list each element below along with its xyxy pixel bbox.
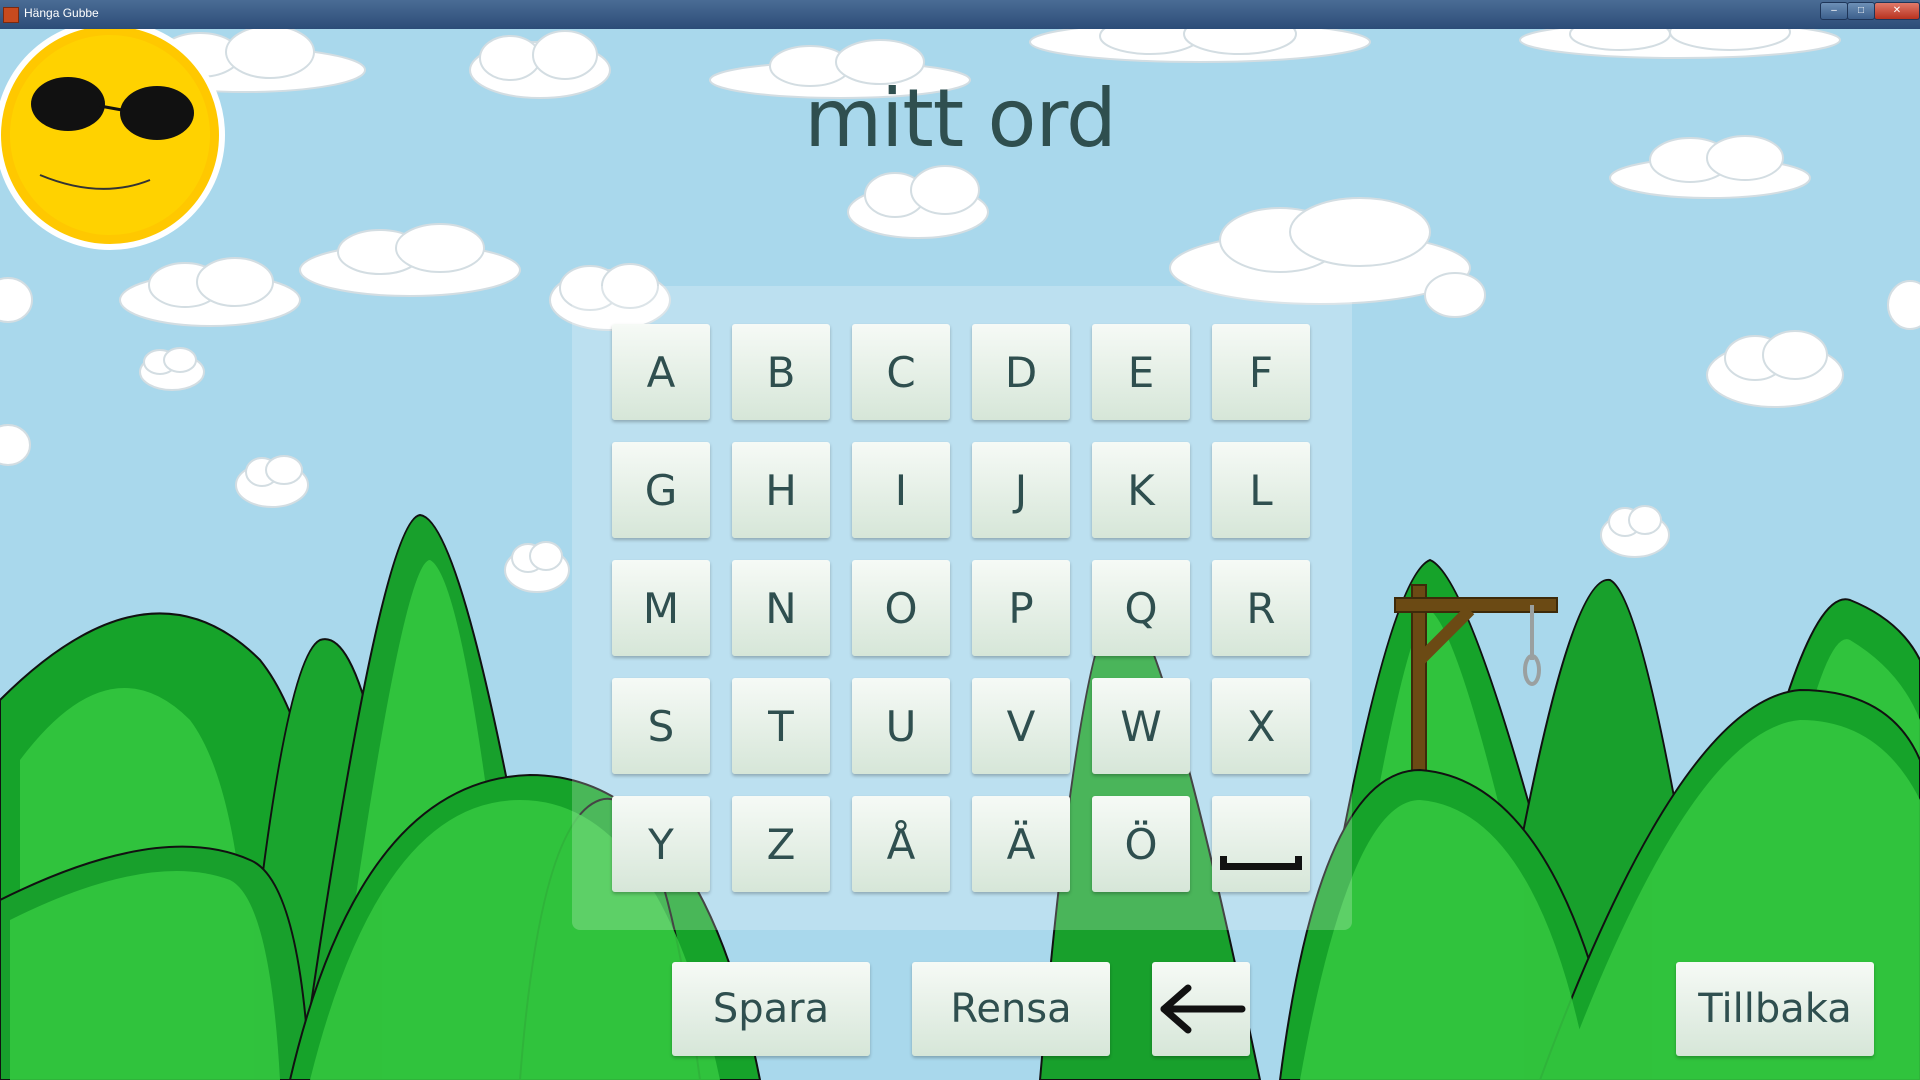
key-label: G — [644, 465, 678, 515]
key-label: W — [1120, 701, 1162, 751]
key-label: D — [1004, 347, 1038, 397]
key-O[interactable]: O — [852, 560, 950, 656]
key-G[interactable]: G — [612, 442, 710, 538]
key-label: K — [1127, 465, 1155, 515]
key-label: Z — [766, 819, 796, 869]
key-U[interactable]: U — [852, 678, 950, 774]
key-label: Ä — [1006, 819, 1036, 869]
key-label: A — [646, 347, 676, 397]
backspace-button[interactable] — [1152, 962, 1250, 1056]
key-label: R — [1246, 583, 1276, 633]
key-label: L — [1249, 465, 1273, 515]
key-W[interactable]: W — [1092, 678, 1190, 774]
space-bar-icon — [1220, 856, 1302, 870]
back-button[interactable]: Tillbaka — [1676, 962, 1874, 1056]
key-M[interactable]: M — [612, 560, 710, 656]
app-icon — [3, 7, 19, 23]
key-label: Ö — [1124, 819, 1158, 869]
window-title: Hänga Gubbe — [24, 6, 99, 20]
key-J[interactable]: J — [972, 442, 1070, 538]
key-Y[interactable]: Y — [612, 796, 710, 892]
key-B[interactable]: B — [732, 324, 830, 420]
key-label: Å — [886, 819, 916, 869]
key-F[interactable]: F — [1212, 324, 1310, 420]
key-label: H — [765, 465, 797, 515]
key-label: U — [885, 701, 917, 751]
key-Q[interactable]: Q — [1092, 560, 1190, 656]
maximize-button[interactable]: □ — [1847, 2, 1875, 20]
key-space[interactable] — [1212, 796, 1310, 892]
key-label: T — [768, 701, 794, 751]
key-label: C — [886, 347, 916, 397]
key-I[interactable]: I — [852, 442, 950, 538]
current-word: mitt ord — [804, 72, 1117, 165]
key-Ä[interactable]: Ä — [972, 796, 1070, 892]
key-label: I — [894, 465, 908, 515]
key-C[interactable]: C — [852, 324, 950, 420]
key-K[interactable]: K — [1092, 442, 1190, 538]
left-arrow-icon — [1160, 984, 1246, 1034]
key-label: X — [1246, 701, 1276, 751]
key-Ö[interactable]: Ö — [1092, 796, 1190, 892]
window-title-bar[interactable]: Hänga Gubbe – □ ✕ — [0, 0, 1920, 29]
key-A[interactable]: A — [612, 324, 710, 420]
key-L[interactable]: L — [1212, 442, 1310, 538]
clear-button[interactable]: Rensa — [912, 962, 1110, 1056]
key-D[interactable]: D — [972, 324, 1070, 420]
minimize-button[interactable]: – — [1820, 2, 1848, 20]
cloud — [139, 347, 205, 391]
key-N[interactable]: N — [732, 560, 830, 656]
key-E[interactable]: E — [1092, 324, 1190, 420]
key-label: B — [766, 347, 796, 397]
key-label: J — [1014, 465, 1028, 515]
key-label: V — [1006, 701, 1036, 751]
key-label: Y — [648, 819, 674, 869]
key-H[interactable]: H — [732, 442, 830, 538]
letter-keyboard: A B C D E F G H I J K L M N O P Q R S T U V W X Y Z Å Ä Ö — [572, 286, 1352, 930]
key-label: O — [884, 583, 918, 633]
key-label: P — [1008, 583, 1034, 633]
key-label: Q — [1124, 583, 1158, 633]
key-S[interactable]: S — [612, 678, 710, 774]
key-label: S — [647, 701, 675, 751]
key-label: N — [765, 583, 797, 633]
key-P[interactable]: P — [972, 560, 1070, 656]
close-button[interactable]: ✕ — [1874, 2, 1920, 20]
key-X[interactable]: X — [1212, 678, 1310, 774]
key-T[interactable]: T — [732, 678, 830, 774]
save-button[interactable]: Spara — [672, 962, 870, 1056]
key-Å[interactable]: Å — [852, 796, 950, 892]
cloud — [1600, 505, 1670, 558]
key-R[interactable]: R — [1212, 560, 1310, 656]
key-V[interactable]: V — [972, 678, 1070, 774]
key-label: E — [1127, 347, 1155, 397]
key-label: M — [642, 583, 680, 633]
cloud — [504, 541, 570, 593]
key-label: F — [1248, 347, 1274, 397]
key-Z[interactable]: Z — [732, 796, 830, 892]
